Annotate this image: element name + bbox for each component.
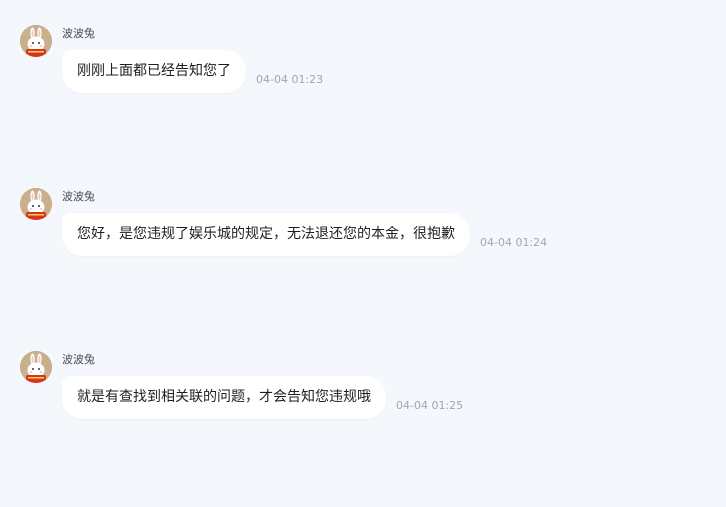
bunny-avatar-icon[interactable]: [20, 25, 52, 57]
message-timestamp: 04-04 01:25: [396, 399, 464, 412]
bunny-avatar-icon[interactable]: [20, 188, 52, 220]
message-row: 您好，是您违规了娱乐城的规定，无法退还您的本金，很抱歉 04-04 01:24: [62, 213, 547, 256]
sender-name: 波波兔: [62, 27, 95, 40]
message-timestamp: 04-04 01:24: [480, 236, 548, 249]
message-bubble: 就是有查找到相关联的问题，才会告知您违规哦: [62, 376, 386, 419]
message-row: 刚刚上面都已经告知您了 04-04 01:23: [62, 50, 323, 93]
message-row: 就是有查找到相关联的问题，才会告知您违规哦 04-04 01:25: [62, 376, 463, 419]
message-bubble: 刚刚上面都已经告知您了: [62, 50, 246, 93]
message-timestamp: 04-04 01:23: [256, 73, 324, 86]
sender-name: 波波兔: [62, 353, 95, 366]
sender-name: 波波兔: [62, 190, 95, 203]
message-bubble: 您好，是您违规了娱乐城的规定，无法退还您的本金，很抱歉: [62, 213, 470, 256]
chat-message-list: 波波兔 刚刚上面都已经告知您了 04-04 01:23 波波兔 您好，是您违规了…: [0, 0, 726, 507]
bunny-avatar-icon[interactable]: [20, 351, 52, 383]
